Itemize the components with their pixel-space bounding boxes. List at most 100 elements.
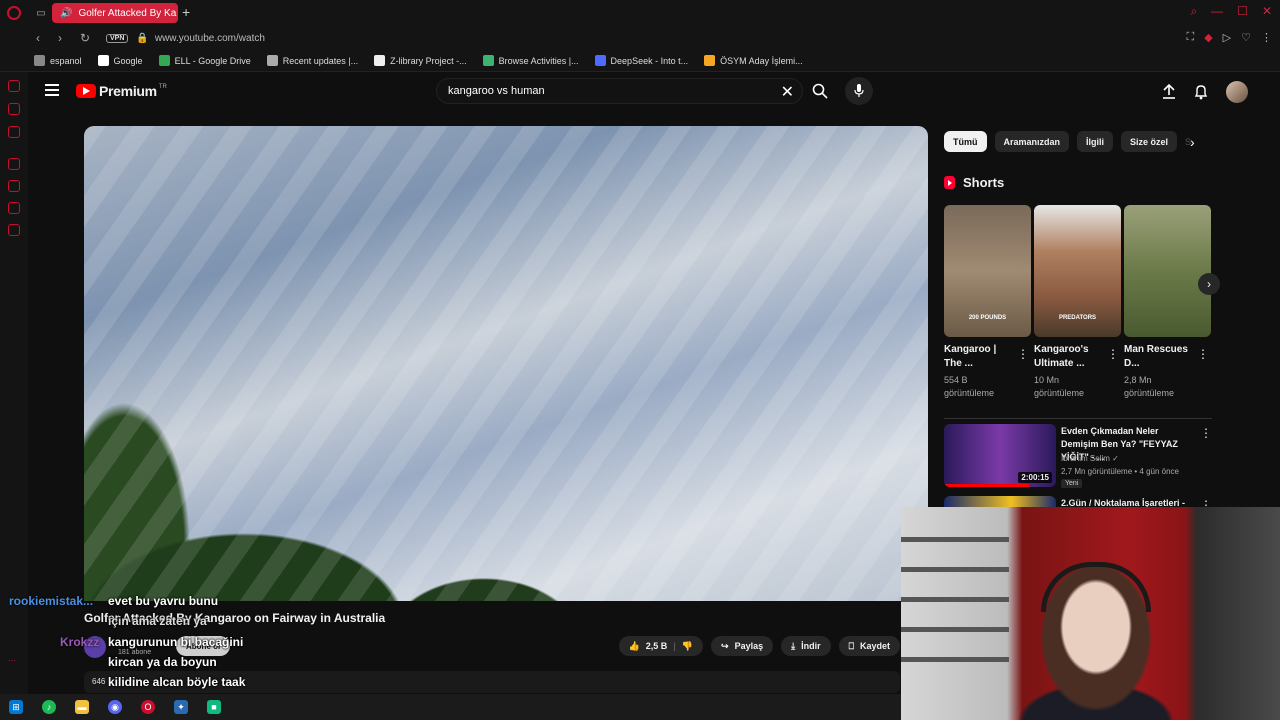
bookmark-favicon-icon (704, 55, 716, 66)
thumbs-down-icon[interactable]: 👎 (682, 641, 693, 652)
maximize-button[interactable]: ☐ (1237, 4, 1248, 19)
save-button[interactable]: ⎕ Kaydet (838, 636, 900, 656)
messenger-taskbar-icon[interactable]: ■ (207, 700, 221, 714)
bookmark-favicon-icon (97, 55, 109, 66)
settings-icon[interactable] (8, 224, 20, 236)
bookmark-favicon-icon (374, 55, 386, 66)
chip-all[interactable]: Tümü (944, 131, 987, 152)
file-explorer-icon[interactable]: ▬ (75, 700, 89, 714)
thumbs-up-icon: 👍 (628, 640, 640, 651)
messenger-icon[interactable] (8, 80, 20, 92)
window-controls: ⌕ — ☐ ✕ (1190, 4, 1272, 19)
browser-tabbar: ▭ 🔊 Golfer Attacked By Ka + ⌕ — ☐ ✕ (0, 0, 1280, 26)
menu-icon[interactable] (45, 84, 59, 99)
search-button[interactable] (804, 78, 836, 104)
bookmark-item[interactable]: DeepSeek - Into t... (594, 55, 688, 66)
short-views: 10 Mn (1034, 375, 1060, 385)
history-icon[interactable] (8, 180, 20, 192)
recommended-thumbnail[interactable]: 2:00:15 (944, 424, 1056, 487)
bookmark-label: Recent updates |... (282, 55, 359, 66)
vpn-shield-icon[interactable]: ◆ (1204, 31, 1212, 44)
opera-menu-icon[interactable] (7, 6, 21, 20)
windows-start-icon[interactable]: ⊞ (9, 700, 23, 714)
short-more-icon[interactable]: ⋮ (1197, 347, 1209, 361)
short-more-icon[interactable]: ⋮ (1107, 347, 1119, 361)
app-taskbar-icon[interactable]: ✦ (174, 700, 188, 714)
chip-for-you[interactable]: Size özel (1121, 131, 1178, 152)
discord-icon[interactable]: ◉ (108, 700, 122, 714)
short-title[interactable]: Kangaroo's Ultimate ... (1034, 343, 1106, 371)
chips-next-arrow-icon[interactable]: › (1190, 134, 1195, 150)
short-thumb-caption: 200 POUNDS (968, 315, 1007, 321)
video-actions: 👍 2,5 B | 👎 ↪ Paylaş ⤓ İndir ⎕ Kaydet (618, 636, 900, 656)
clear-search-icon[interactable]: ✕ (781, 82, 794, 102)
player-sidebar-icon[interactable] (8, 158, 20, 170)
chip-related[interactable]: İlgili (1077, 131, 1114, 152)
short-views-suffix: görüntüleme (1124, 388, 1175, 398)
close-window-button[interactable]: ✕ (1262, 4, 1272, 19)
bookmark-item[interactable]: Z-library Project -... (374, 55, 467, 66)
bookmark-item[interactable]: Browse Activities |... (482, 55, 579, 66)
video-player[interactable] (84, 126, 928, 601)
short-thumbnail[interactable]: 200 POUNDS (944, 205, 1031, 337)
account-avatar[interactable] (1226, 81, 1248, 103)
shorts-next-arrow-icon[interactable]: › (1198, 273, 1220, 295)
spotify-icon[interactable]: ♪ (42, 700, 56, 714)
recommended-more-icon[interactable]: ⋮ (1200, 426, 1212, 440)
bookmark-label: ÖSYM Aday İşlemi... (720, 55, 803, 66)
url-field[interactable]: www.youtube.com/watch (155, 33, 265, 44)
notifications-bell-icon[interactable] (1194, 84, 1208, 100)
recommended-channel[interactable]: İbrahim Selim ✓ (1061, 454, 1119, 463)
upload-icon[interactable] (1162, 84, 1176, 100)
short-more-icon[interactable]: ⋮ (1017, 347, 1029, 361)
search-tabs-icon[interactable]: ⌕ (1190, 4, 1197, 19)
opera-taskbar-icon[interactable]: O (141, 700, 155, 714)
shorts-title: Shorts (963, 175, 1005, 190)
chip-from-search[interactable]: Aramanızdan (994, 131, 1070, 152)
heart-icon[interactable]: ♡ (1241, 31, 1251, 44)
bookmark-favicon-icon (158, 55, 170, 66)
bookmark-item[interactable]: Recent updates |... (266, 55, 359, 66)
short-thumbnail[interactable]: PREDATORS (1034, 205, 1121, 337)
vpn-badge[interactable]: VPN (106, 33, 129, 43)
short-card[interactable]: PREDATORS Kangaroo's Ultimate ... 10 Mn g… (1034, 205, 1121, 400)
shorts-heading: Shorts (944, 175, 1004, 190)
address-right-tools: ⛶ ◆ ▷ ♡ ⋮ (1186, 31, 1272, 44)
recommended-video[interactable]: 2:00:15 Evden Çıkmadan Neler Demişim Ben… (944, 424, 1216, 488)
short-title[interactable]: Kangaroo | The ... (944, 343, 1016, 371)
bookmark-item[interactable]: espanol (34, 55, 82, 66)
new-tab-button[interactable]: + (182, 4, 190, 20)
like-button[interactable]: 👍 2,5 B | 👎 (618, 636, 704, 656)
chat-message: kilidine alcan böyle taak (108, 675, 246, 689)
minimize-button[interactable]: — (1211, 4, 1223, 19)
verified-icon: ✓ (1112, 454, 1119, 463)
extensions-icon[interactable] (8, 202, 20, 214)
voice-search-button[interactable] (845, 77, 873, 105)
browser-tab-active[interactable]: 🔊 Golfer Attacked By Ka (52, 3, 178, 23)
search-input[interactable]: kangaroo vs human ✕ (436, 78, 803, 104)
short-thumbnail[interactable] (1124, 205, 1211, 337)
short-card[interactable]: Man Rescues D... 2,8 Mn görüntüleme ⋮ (1124, 205, 1211, 400)
whatsapp-icon[interactable] (8, 103, 20, 115)
bookmark-item[interactable]: ELL - Google Drive (158, 55, 251, 66)
speaker-icon[interactable]: 🔊 (60, 8, 72, 19)
back-arrow-icon[interactable]: ‹ (36, 31, 46, 45)
tab-switcher-icon[interactable]: ▭ (33, 5, 49, 21)
bookmark-item[interactable]: ÖSYM Aday İşlemi... (704, 55, 803, 66)
bookmark-label: espanol (50, 55, 82, 66)
forward-arrow-icon[interactable]: › (58, 31, 68, 45)
share-label: Paylaş (734, 641, 764, 651)
more-icon[interactable]: ⋮ (1261, 31, 1272, 44)
reload-icon[interactable]: ↻ (80, 31, 90, 45)
short-title[interactable]: Man Rescues D... (1124, 343, 1196, 371)
instagram-icon[interactable] (8, 126, 20, 138)
youtube-logo[interactable]: Premium TR (76, 83, 167, 99)
lock-icon[interactable]: 🔒 (136, 33, 148, 44)
snapshot-icon[interactable]: ⛶ (1186, 31, 1194, 44)
short-card[interactable]: 200 POUNDS Kangaroo | The ... 554 B görün… (944, 205, 1031, 400)
player-icon[interactable]: ▷ (1223, 31, 1231, 44)
bookmark-item[interactable]: Google (97, 55, 143, 66)
share-button[interactable]: ↪ Paylaş (711, 636, 774, 656)
channel-name: İbrahim Selim (1061, 454, 1110, 463)
download-button[interactable]: ⤓ İndir (781, 636, 831, 656)
